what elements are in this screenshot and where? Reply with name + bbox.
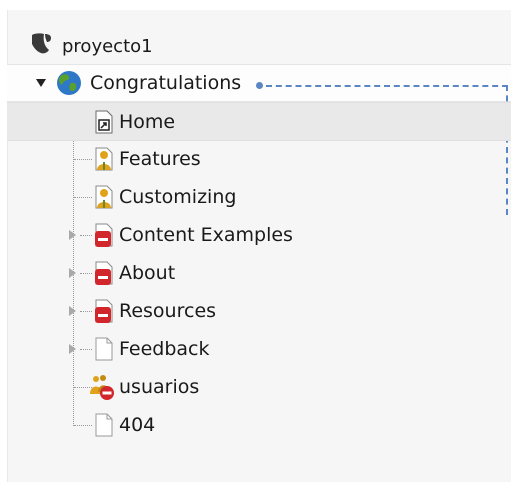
globe-icon	[55, 69, 83, 102]
tree-node-label: About	[119, 262, 176, 284]
tree-node-label: Home	[119, 111, 176, 133]
drop-indicator-line	[266, 85, 508, 87]
tree-node-feedback[interactable]: Feedback	[7, 330, 511, 367]
tree-node-about[interactable]: About	[7, 254, 511, 291]
expand-toggle[interactable]	[69, 268, 76, 278]
tree-node-content-examples[interactable]: Content Examples	[7, 216, 511, 253]
restricted-page-icon	[93, 298, 115, 329]
typo3-logo-icon	[29, 32, 53, 63]
tree-node-resources[interactable]: Resources	[7, 292, 511, 329]
tree-node-label: 404	[119, 414, 156, 436]
restricted-page-icon	[93, 222, 115, 253]
tree-node-customizing[interactable]: Customizing	[7, 178, 511, 215]
drop-target-dot	[256, 82, 263, 89]
expand-toggle[interactable]	[69, 306, 76, 316]
tree-node-usuarios[interactable]: usuarios	[7, 368, 511, 405]
tree-node-home[interactable]: Home	[7, 102, 511, 141]
shortcut-page-icon	[93, 110, 115, 139]
tree-node-label: Congratulations	[90, 72, 242, 94]
tree-node-404[interactable]: 404	[7, 406, 511, 443]
tree-node-label: Customizing	[119, 186, 237, 208]
page-icon	[93, 336, 115, 367]
page-icon	[93, 412, 115, 443]
expand-toggle[interactable]	[69, 230, 76, 240]
tree-root-label: proyecto1	[62, 36, 153, 57]
tree-node-features[interactable]: Features	[7, 140, 511, 177]
tree-node-label: Content Examples	[119, 224, 293, 246]
tree-node-label: Features	[119, 148, 201, 170]
tree-node-label: Resources	[119, 300, 217, 322]
collapse-toggle[interactable]	[36, 79, 46, 87]
tree-node-label: usuarios	[119, 376, 200, 398]
tree-root-row[interactable]: proyecto1	[7, 28, 511, 64]
tree-node-label: Feedback	[119, 338, 210, 360]
user-page-icon	[93, 184, 115, 215]
expand-toggle[interactable]	[69, 344, 76, 354]
folder-group-icon	[87, 372, 117, 407]
restricted-page-icon	[93, 260, 115, 291]
user-page-icon	[93, 146, 115, 177]
